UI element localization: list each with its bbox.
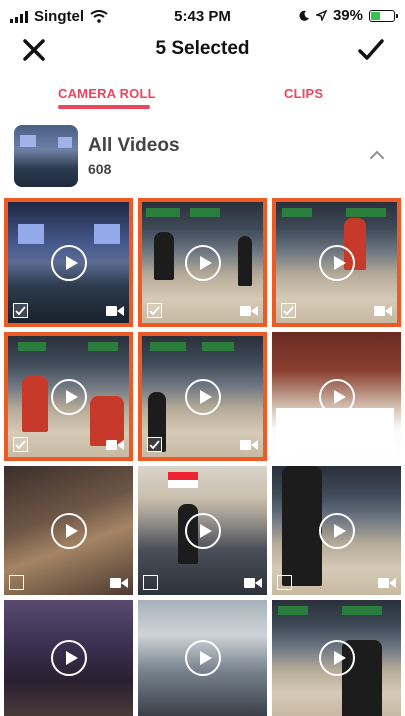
video-camera-icon xyxy=(240,439,258,451)
play-icon xyxy=(50,378,87,415)
video-thumbnail[interactable] xyxy=(272,198,401,327)
checkbox-checked[interactable] xyxy=(13,437,28,452)
video-camera-icon xyxy=(244,577,262,589)
video-thumbnail[interactable] xyxy=(138,600,267,716)
play-icon xyxy=(184,378,221,415)
album-selector[interactable]: All Videos 608 xyxy=(0,118,405,196)
video-thumbnail[interactable] xyxy=(138,198,267,327)
play-icon xyxy=(184,640,221,676)
status-bar: Singtel 5:43 PM 39% xyxy=(0,0,405,32)
checkbox-checked[interactable] xyxy=(147,303,162,318)
video-camera-icon xyxy=(374,305,392,317)
play-icon xyxy=(318,378,355,415)
battery-icon xyxy=(369,9,398,22)
checkbox-checked[interactable] xyxy=(147,437,162,452)
video-camera-icon xyxy=(378,443,396,455)
play-icon xyxy=(50,512,87,549)
play-icon xyxy=(318,512,355,549)
play-icon xyxy=(184,512,221,549)
play-icon xyxy=(184,244,221,281)
location-icon xyxy=(315,10,327,21)
tab-clips[interactable]: CLIPS xyxy=(284,86,323,101)
album-count: 608 xyxy=(88,161,112,177)
video-camera-icon xyxy=(110,577,128,589)
play-icon xyxy=(50,244,87,281)
play-icon xyxy=(318,640,355,676)
play-icon xyxy=(318,244,355,281)
album-title: All Videos xyxy=(88,135,180,156)
play-icon xyxy=(50,640,87,676)
video-camera-icon xyxy=(106,439,124,451)
page-title: 5 Selected xyxy=(155,38,250,59)
confirm-check-icon[interactable] xyxy=(357,36,385,64)
video-thumbnail[interactable] xyxy=(4,332,133,461)
video-thumbnail[interactable] xyxy=(272,466,401,595)
video-thumbnail[interactable] xyxy=(4,466,133,595)
header: 5 Selected xyxy=(0,32,405,68)
tab-camera-roll[interactable]: CAMERA ROLL xyxy=(58,86,156,101)
video-camera-icon xyxy=(106,305,124,317)
checkbox[interactable] xyxy=(9,575,24,590)
battery-percent: 39% xyxy=(332,7,363,24)
checkbox-checked[interactable] xyxy=(13,303,28,318)
checkbox[interactable] xyxy=(143,575,158,590)
video-thumbnail[interactable] xyxy=(138,332,267,461)
video-thumbnail[interactable] xyxy=(272,600,401,716)
status-right: 39% xyxy=(299,7,398,24)
active-tab-indicator xyxy=(58,105,150,109)
moon-icon xyxy=(299,10,309,21)
video-thumbnail[interactable] xyxy=(138,466,267,595)
checkbox[interactable] xyxy=(277,575,292,590)
chevron-up-icon[interactable] xyxy=(369,150,385,160)
video-thumbnail[interactable] xyxy=(272,332,401,461)
video-thumbnail[interactable] xyxy=(4,198,133,327)
video-camera-icon xyxy=(240,305,258,317)
video-thumbnail[interactable] xyxy=(4,600,133,716)
checkbox[interactable] xyxy=(277,441,292,456)
checkbox-checked[interactable] xyxy=(281,303,296,318)
album-thumbnail xyxy=(14,125,78,187)
video-camera-icon xyxy=(378,577,396,589)
